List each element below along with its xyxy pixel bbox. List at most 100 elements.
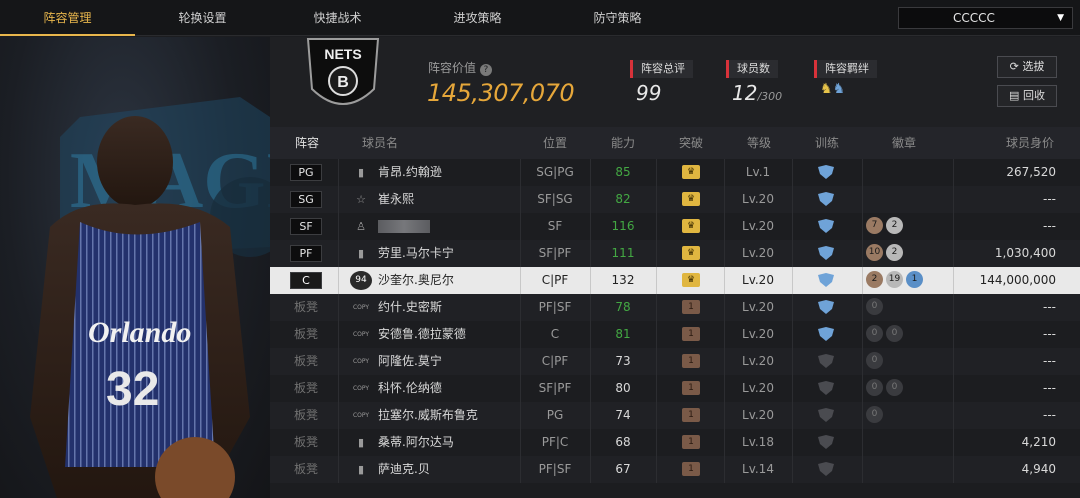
tab-offense[interactable]: 进攻策略 (410, 0, 545, 36)
training-shield-empty-icon[interactable] (817, 434, 835, 450)
help-icon[interactable]: ? (479, 64, 492, 76)
stat-players-value: 12/300 (732, 81, 783, 105)
column-divider (953, 375, 954, 402)
breakthrough-level-icon[interactable]: 1 (682, 435, 700, 449)
table-row[interactable]: 板凳 ▮ 萨迪克.贝 PF|SF 67 1 Lv.14 4,940 (270, 456, 1080, 483)
player-level: Lv.20 (742, 219, 774, 233)
player-level: Lv.1 (745, 165, 771, 179)
training-shield-icon[interactable] (817, 164, 835, 180)
table-row[interactable]: SG ☆ 崔永熙 SF|SG 82 ♛ Lv.20 --- (270, 186, 1080, 213)
column-divider (656, 375, 657, 402)
position-slot-badge: C (290, 272, 322, 289)
badge-medal-icon[interactable]: 0 (886, 379, 903, 396)
crown-gold-icon[interactable]: ♛ (682, 165, 700, 179)
badge-medal-icon[interactable]: 2 (886, 244, 903, 261)
value-label: 阵容价值 ? (428, 59, 492, 76)
player-name[interactable]: 崔永熙 (378, 186, 518, 213)
table-row[interactable]: 板凳 ▮ 桑蒂.阿尔达马 PF|C 68 1 Lv.18 4,210 (270, 429, 1080, 456)
badge-medal-icon[interactable]: 0 (866, 298, 883, 315)
breakthrough-level-icon[interactable]: 1 (682, 381, 700, 395)
bond-icons[interactable]: ♞♞ (820, 81, 845, 97)
player-value: 4,940 (1021, 462, 1056, 476)
player-name[interactable]: 沙奎尔.奥尼尔 (378, 267, 518, 294)
col-level: 等级 (746, 136, 771, 150)
bench-label: 板凳 (293, 300, 318, 314)
player-name[interactable]: 安德鲁.德拉蒙德 (378, 321, 518, 348)
crown-gold-icon[interactable]: ♛ (682, 219, 700, 233)
account-select[interactable]: CCCCC ▼ (898, 7, 1073, 29)
column-divider (792, 429, 793, 456)
select-button[interactable]: ⟳ 选拔 (997, 56, 1057, 78)
player-name[interactable]: 肯昂.约翰逊 (378, 159, 518, 186)
breakthrough-level-icon[interactable]: 1 (682, 300, 700, 314)
tab-lineup[interactable]: 阵容管理 (0, 0, 135, 36)
recycle-button[interactable]: ▤ 回收 (997, 85, 1057, 107)
player-name[interactable] (378, 213, 518, 240)
badge-medal-icon[interactable]: 0 (866, 406, 883, 423)
table-row[interactable]: 板凳 COPY 阿隆佐.莫宁 C|PF 73 1 Lv.20 0 --- (270, 348, 1080, 375)
crown-gold-icon[interactable]: ♛ (682, 192, 700, 206)
breakthrough-level-icon[interactable]: 1 (682, 408, 700, 422)
player-value: --- (1043, 192, 1056, 206)
col-ability: 能力 (610, 136, 635, 150)
player-name[interactable]: 约什.史密斯 (378, 294, 518, 321)
table-row[interactable]: C 94 沙奎尔.奥尼尔 C|PF 132 ♛ Lv.20 2 19 1 144,000,000 (270, 267, 1080, 294)
table-row[interactable]: 板凳 COPY 安德鲁.德拉蒙德 C 81 1 Lv.20 0 0 --- (270, 321, 1080, 348)
player-name[interactable]: 拉塞尔.威斯布鲁克 (378, 402, 518, 429)
badge-medal-icon[interactable]: 2 (886, 217, 903, 234)
table-row[interactable]: PF ▮ 劳里.马尔卡宁 SF|PF 111 ♛ Lv.20 10 2 1,030,400 (270, 240, 1080, 267)
training-shield-empty-icon[interactable] (817, 380, 835, 396)
badge-medal-icon[interactable]: 0 (866, 352, 883, 369)
column-divider (792, 402, 793, 429)
table-row[interactable]: PG ▮ 肯昂.约翰逊 SG|PG 85 ♛ Lv.1 267,520 (270, 159, 1080, 186)
copy-icon: COPY (352, 412, 370, 419)
breakthrough-level-icon[interactable]: 1 (682, 327, 700, 341)
badge-medal-icon[interactable]: 0 (866, 325, 883, 342)
col-breakthrough: 突破 (678, 136, 703, 150)
table-row[interactable]: 板凳 COPY 约什.史密斯 PF|SF 78 1 Lv.20 0 --- (270, 294, 1080, 321)
training-shield-icon[interactable] (817, 191, 835, 207)
badge-medal-icon[interactable]: 2 (866, 271, 883, 288)
player-name[interactable]: 科怀.伦纳德 (378, 375, 518, 402)
training-shield-icon[interactable] (817, 299, 835, 315)
training-shield-empty-icon[interactable] (817, 461, 835, 477)
table-row[interactable]: SF ♙ SF 116 ♛ Lv.20 7 2 --- (270, 213, 1080, 240)
column-divider (862, 456, 863, 483)
tab-rotation[interactable]: 轮换设置 (135, 0, 270, 36)
player-name[interactable]: 劳里.马尔卡宁 (378, 240, 518, 267)
player-ability: 74 (615, 408, 631, 422)
breakthrough-level-icon[interactable]: 1 (682, 462, 700, 476)
training-shield-icon[interactable] (817, 245, 835, 261)
player-position: SF|SG (537, 192, 573, 206)
badge-medal-icon[interactable]: 7 (866, 217, 883, 234)
tab-quick-tactics[interactable]: 快捷战术 (270, 0, 405, 36)
training-shield-empty-icon[interactable] (817, 407, 835, 423)
table-row[interactable]: 板凳 COPY 拉塞尔.威斯布鲁克 PG 74 1 Lv.20 0 --- (270, 402, 1080, 429)
badge-medal-icon[interactable]: 0 (886, 325, 903, 342)
column-divider (953, 402, 954, 429)
tab-defense[interactable]: 防守策略 (550, 0, 685, 36)
bench-label: 板凳 (293, 408, 318, 422)
badge-medal-icon[interactable]: 10 (866, 244, 883, 261)
player-value: --- (1043, 354, 1056, 368)
player-position: SF|PF (538, 381, 572, 395)
crown-gold-icon[interactable]: ♛ (682, 246, 700, 260)
player-name[interactable]: 桑蒂.阿尔达马 (378, 429, 518, 456)
table-row[interactable]: 板凳 COPY 科怀.伦纳德 SF|PF 80 1 Lv.20 0 0 --- (270, 375, 1080, 402)
training-shield-icon[interactable] (817, 218, 835, 234)
training-shield-empty-icon[interactable] (817, 353, 835, 369)
player-value: --- (1043, 219, 1056, 233)
training-shield-icon[interactable] (817, 326, 835, 342)
player-name[interactable]: 阿隆佐.莫宁 (378, 348, 518, 375)
player-name[interactable]: 萨迪克.贝 (378, 456, 518, 483)
training-shield-icon[interactable] (817, 272, 835, 288)
crown-gold-icon[interactable]: ♛ (682, 273, 700, 287)
badge-medal-icon[interactable]: 19 (886, 271, 903, 288)
badge-medal-icon[interactable]: 0 (866, 379, 883, 396)
breakthrough-level-icon[interactable]: 1 (682, 354, 700, 368)
position-slot-badge: SF (290, 218, 322, 235)
column-divider (656, 213, 657, 240)
stat-players-label: 球员数 (726, 60, 778, 78)
signal-icon: ▮ (357, 166, 365, 179)
badge-medal-icon[interactable]: 1 (906, 271, 923, 288)
